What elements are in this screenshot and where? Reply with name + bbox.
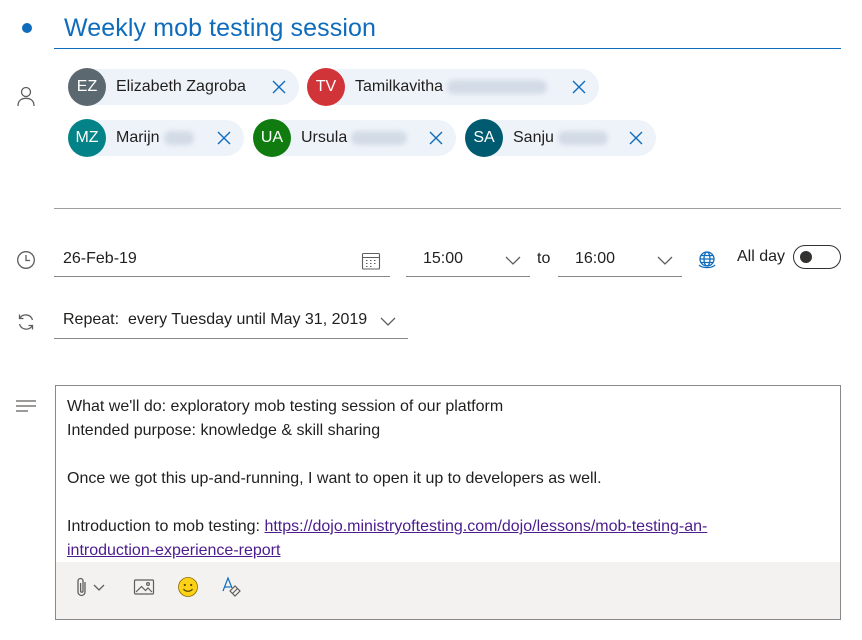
attendee-chip[interactable]: SA Sanju [465,119,656,157]
body-line: Intended purpose: knowledge & skill shar… [67,422,381,439]
attendee-chip[interactable]: EZ Elizabeth Zagroba [68,68,299,106]
attendee-name: Tamilkavitha [355,78,444,95]
insert-image-button[interactable] [133,576,155,602]
calendar-icon[interactable] [361,251,381,271]
start-time-dropdown[interactable]: 15:00 [406,245,530,277]
chevron-down-icon [92,580,106,599]
attendee-chip[interactable]: TV Tamilkavitha [307,68,599,106]
attendee-name: Ursula [301,129,348,146]
attendees-divider [54,208,841,209]
avatar: SA [465,119,503,157]
all-day-toggle[interactable] [793,245,841,269]
to-label: to [537,250,551,267]
attendee-name: Sanju [513,129,554,146]
avatar: MZ [68,119,106,157]
clock-icon [14,248,38,272]
sync-icon [14,310,38,334]
mob-testing-link-continued[interactable]: introduction-experience-report [67,542,280,559]
end-time-value: 16:00 [575,250,616,267]
format-button[interactable] [220,575,242,603]
attendee-chip[interactable]: MZ Marijn [68,119,244,157]
body-line: Once we got this up-and-running, I want … [67,470,602,487]
attendee-chip[interactable]: UA Ursula [253,119,456,157]
chevron-down-icon [656,251,676,271]
event-body-editor[interactable]: What we'll do: exploratory mob testing s… [55,385,841,620]
emoji-button[interactable] [177,576,199,602]
event-title-text: Weekly mob testing session [64,14,376,42]
repeat-summary: Repeat: every Tuesday until May 31, 2019 [63,311,367,329]
date-value: 26-Feb-19 [63,250,137,267]
mob-testing-link[interactable]: https://dojo.ministryoftesting.com/dojo/… [264,518,707,535]
remove-attendee-icon[interactable] [626,128,646,148]
avatar: EZ [68,68,106,106]
image-icon [133,577,155,602]
emoji-icon [177,576,199,603]
attach-button[interactable] [74,576,106,602]
event-title-field[interactable]: Weekly mob testing session [54,6,841,49]
start-time-value: 15:00 [423,250,464,267]
body-link-prefix: Introduction to mob testing: [67,518,265,535]
text-lines-icon [14,394,38,418]
paperclip-icon [74,576,90,603]
body-line: Introduction to mob testing: https://doj… [67,515,787,563]
repeat-value: every Tuesday until May 31, 2019 [127,311,368,328]
event-body-text[interactable]: What we'll do: exploratory mob testing s… [67,395,787,563]
attendee-name: Marijn [116,129,160,146]
redacted-surname [557,131,608,145]
avatar: TV [307,68,345,106]
globe-icon[interactable] [696,249,718,271]
body-line: What we'll do: exploratory mob testing s… [67,398,504,415]
title-status-dot [22,23,32,33]
date-field[interactable]: 26-Feb-19 [54,245,390,277]
redacted-surname [163,131,194,145]
redacted-surname [351,131,408,145]
person-icon [14,84,38,108]
remove-attendee-icon[interactable] [269,77,289,97]
remove-attendee-icon[interactable] [214,128,234,148]
remove-attendee-icon[interactable] [569,77,589,97]
format-painter-icon [220,575,242,603]
toggle-knob [800,251,812,263]
repeat-dropdown[interactable]: Repeat: every Tuesday until May 31, 2019 [54,307,408,339]
chevron-down-icon [504,251,524,271]
avatar: UA [253,119,291,157]
redacted-surname [447,80,548,94]
all-day-label: All day [737,248,786,265]
editor-toolbar [56,562,840,619]
repeat-label: Repeat: [63,311,120,328]
chevron-down-icon [379,312,399,332]
attendee-name: Elizabeth Zagroba [116,78,246,95]
remove-attendee-icon[interactable] [426,128,446,148]
end-time-dropdown[interactable]: 16:00 [558,245,682,277]
